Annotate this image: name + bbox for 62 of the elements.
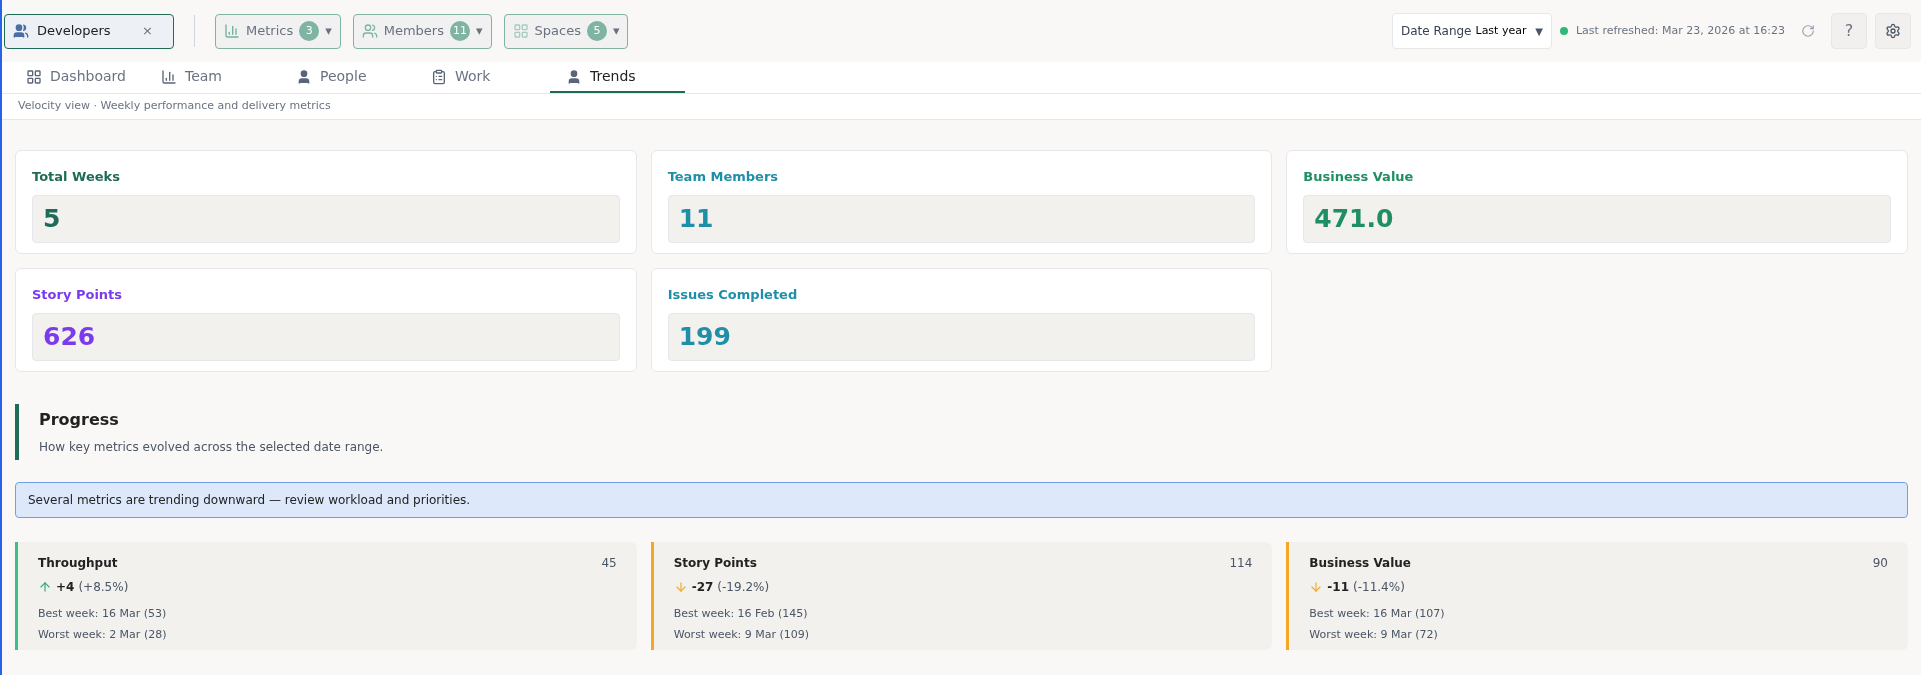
team-chip[interactable]: Developers × — [4, 13, 174, 49]
alert-banner: Several metrics are trending downward — review workload and priorities. — [15, 482, 1908, 518]
worst-week: Worst week: 9 Mar (109) — [673, 626, 811, 643]
trend-total: 45 — [601, 555, 617, 572]
settings-icon — [1885, 23, 1901, 39]
best-week: Best week: 16 Mar (107) — [1309, 606, 1446, 622]
best-week: Best week: 16 Feb (145) — [673, 606, 809, 622]
section-description: How key metrics evolved across the selected date range. — [39, 439, 385, 456]
stat-value: 199 — [667, 312, 1256, 361]
stat-value: 471.0 — [1303, 194, 1891, 243]
worst-week: Worst week: 9 Mar (72) — [1309, 626, 1439, 643]
page-subtitle: Velocity view · Weekly performance and delivery metrics — [18, 98, 331, 115]
trend-title: Story Points — [673, 555, 757, 572]
tab[interactable]: Work — [415, 62, 550, 93]
stat-label: Total Weeks — [32, 168, 121, 186]
stat-label: Story Points — [32, 286, 124, 304]
trend-total: 114 — [1229, 555, 1253, 572]
date-range-select[interactable]: Date Range Last year ▼ — [1391, 13, 1552, 49]
section-title: Progress — [39, 409, 120, 431]
person-icon — [566, 68, 582, 85]
people-icon — [13, 23, 29, 39]
count-badge: 3 — [299, 21, 320, 41]
chip-label: Developers — [37, 22, 111, 41]
count-badge: 5 — [586, 21, 607, 41]
clipboard-icon — [431, 68, 447, 85]
filter-dropdown[interactable]: Members 11 ▾ — [352, 13, 492, 49]
filter-dropdown[interactable]: Metrics 3 ▾ — [215, 13, 341, 49]
best-week: Best week: 16 Mar (53) — [38, 606, 168, 622]
close-icon[interactable]: × — [142, 21, 153, 41]
stat-value: 5 — [32, 194, 620, 243]
tab[interactable]: Team — [145, 62, 280, 93]
trend-title: Business Value — [1309, 555, 1411, 572]
trend-delta: +4 — [56, 579, 75, 596]
caret-icon: ▾ — [476, 21, 483, 41]
person-icon — [296, 68, 312, 85]
filter-dropdown[interactable]: Spaces 5 ▾ — [503, 13, 629, 49]
worst-week: Worst week: 2 Mar (28) — [38, 626, 168, 643]
stat-label: Issues Completed — [667, 286, 799, 304]
grid-icon — [512, 23, 529, 39]
trend-total: 90 — [1872, 555, 1888, 572]
refresh-status: Last refreshed: Mar 23, 2026 at 16:23 — [1575, 22, 1785, 39]
tab[interactable]: Dashboard — [10, 62, 145, 93]
trend-delta: -11 — [1327, 579, 1349, 596]
trend-title: Throughput — [38, 555, 118, 572]
caret-icon: ▾ — [325, 21, 332, 41]
stat-label: Business Value — [1303, 168, 1415, 186]
grid-icon — [26, 68, 42, 85]
help-button[interactable]: ? — [1831, 13, 1867, 49]
stat-value: 626 — [32, 312, 620, 361]
stat-value: 11 — [667, 194, 1256, 243]
people-icon — [361, 23, 378, 39]
trend-delta: -27 — [691, 579, 714, 596]
bar-chart-icon — [161, 68, 177, 85]
tab[interactable]: People — [280, 62, 415, 93]
bar-chart-icon — [224, 23, 240, 39]
trend-percent: (-11.4%) — [1353, 579, 1405, 596]
stat-label: Team Members — [667, 168, 780, 186]
caret-icon: ▾ — [612, 21, 620, 41]
trend-percent: (-19.2%) — [717, 579, 770, 596]
count-badge: 11 — [450, 21, 470, 41]
settings-button[interactable] — [1875, 13, 1911, 49]
trend-percent: (+8.5%) — [78, 579, 129, 596]
